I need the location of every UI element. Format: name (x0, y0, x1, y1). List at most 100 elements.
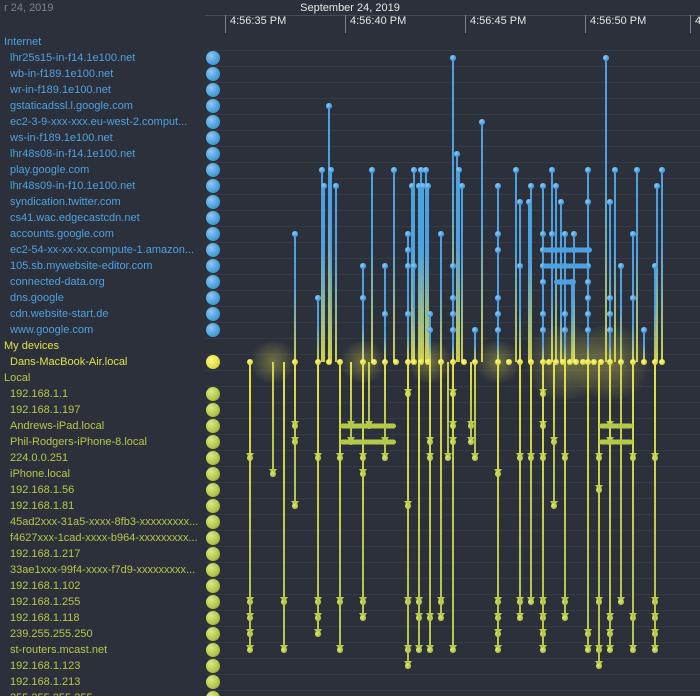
host-node-icon[interactable] (206, 403, 220, 417)
event-dot[interactable] (411, 167, 417, 173)
host-label[interactable]: www.google.com (0, 322, 205, 338)
event-dot[interactable] (585, 279, 591, 285)
host-node-icon[interactable] (206, 515, 220, 529)
event-dot[interactable] (382, 455, 388, 461)
host-node-icon[interactable] (206, 275, 220, 289)
connection-segment[interactable] (340, 424, 396, 429)
event-dot[interactable] (562, 455, 568, 461)
event-dot[interactable] (333, 183, 339, 189)
event-dot[interactable] (551, 439, 557, 445)
host-node-icon[interactable] (206, 227, 220, 241)
host-label[interactable]: cs41.wac.edgecastcdn.net (0, 210, 205, 226)
event-dot[interactable] (468, 439, 474, 445)
event-dot[interactable] (495, 631, 501, 637)
event-dot[interactable] (479, 119, 485, 125)
event-dot[interactable] (585, 647, 591, 653)
event-dot[interactable] (517, 199, 523, 205)
event-dot[interactable] (517, 359, 523, 365)
host-node-icon[interactable] (206, 83, 220, 97)
event-dot[interactable] (247, 615, 253, 621)
host-label[interactable]: 33ae1xxx-99f4-xxxx-f7d9-xxxxxxxxx... (0, 562, 205, 578)
event-dot[interactable] (405, 663, 411, 669)
event-dot[interactable] (393, 359, 399, 365)
event-dot[interactable] (459, 183, 465, 189)
connection-segment[interactable] (565, 248, 592, 253)
host-node-icon[interactable] (206, 595, 220, 609)
event-dot[interactable] (416, 647, 422, 653)
event-dot[interactable] (551, 503, 557, 509)
event-dot[interactable] (292, 231, 298, 237)
event-dot[interactable] (337, 647, 343, 653)
event-dot[interactable] (540, 391, 546, 397)
host-node-icon[interactable] (206, 179, 220, 193)
event-dot[interactable] (573, 359, 579, 365)
host-label[interactable]: 192.168.1.81 (0, 498, 205, 514)
event-dot[interactable] (618, 263, 624, 269)
event-dot[interactable] (450, 327, 456, 333)
event-dot[interactable] (546, 359, 552, 365)
host-node-icon[interactable] (206, 499, 220, 513)
event-dot[interactable] (540, 183, 546, 189)
host-node-icon[interactable] (206, 131, 220, 145)
host-label[interactable]: 192.168.1.123 (0, 658, 205, 674)
event-dot[interactable] (315, 615, 321, 621)
host-node-icon[interactable] (206, 579, 220, 593)
event-dot[interactable] (596, 663, 602, 669)
event-dot[interactable] (562, 615, 568, 621)
host-label[interactable]: gstaticadssl.l.google.com (0, 98, 205, 114)
host-label[interactable]: 224.0.0.251 (0, 450, 205, 466)
event-dot[interactable] (427, 647, 433, 653)
event-dot[interactable] (598, 359, 604, 365)
event-dot[interactable] (540, 599, 546, 605)
event-dot[interactable] (528, 183, 534, 189)
event-dot[interactable] (315, 599, 321, 605)
event-dot[interactable] (438, 231, 444, 237)
event-dot[interactable] (652, 359, 658, 365)
event-dot[interactable] (405, 599, 411, 605)
event-dot[interactable] (405, 647, 411, 653)
connection-segment[interactable] (340, 440, 396, 445)
event-dot[interactable] (540, 631, 546, 637)
event-dot[interactable] (607, 295, 613, 301)
host-label[interactable]: cdn.website-start.de (0, 306, 205, 322)
event-dot[interactable] (450, 295, 456, 301)
event-dot[interactable] (540, 423, 546, 429)
event-dot[interactable] (495, 359, 501, 365)
event-dot[interactable] (427, 455, 433, 461)
event-dot[interactable] (585, 311, 591, 317)
event-dot[interactable] (360, 599, 366, 605)
host-label[interactable]: ec2-3-9-xxx-xxx.eu-west-2.comput... (0, 114, 205, 130)
host-node-icon[interactable] (206, 323, 220, 337)
host-label[interactable]: 255.255.255.255 (0, 690, 205, 696)
event-dot[interactable] (540, 311, 546, 317)
event-dot[interactable] (585, 359, 591, 365)
host-node-icon[interactable] (206, 611, 220, 625)
event-dot[interactable] (652, 599, 658, 605)
event-dot[interactable] (315, 631, 321, 637)
event-dot[interactable] (418, 359, 424, 365)
event-dot[interactable] (596, 487, 602, 493)
event-dot[interactable] (517, 599, 523, 605)
connection-segment[interactable] (599, 424, 633, 429)
event-dot[interactable] (641, 359, 647, 365)
event-dot[interactable] (450, 263, 456, 269)
event-dot[interactable] (630, 295, 636, 301)
host-node-icon[interactable] (206, 307, 220, 321)
event-dot[interactable] (540, 327, 546, 333)
event-dot[interactable] (405, 359, 411, 365)
host-label[interactable]: 192.168.1.255 (0, 594, 205, 610)
event-dot[interactable] (495, 295, 501, 301)
event-dot[interactable] (411, 263, 417, 269)
event-dot[interactable] (540, 647, 546, 653)
host-node-icon[interactable] (206, 355, 220, 369)
event-dot[interactable] (560, 359, 566, 365)
host-node-icon[interactable] (206, 531, 220, 545)
event-dot[interactable] (360, 359, 366, 365)
event-dot[interactable] (450, 647, 456, 653)
event-dot[interactable] (445, 455, 451, 461)
event-dot[interactable] (585, 167, 591, 173)
event-dot[interactable] (558, 199, 564, 205)
event-dot[interactable] (416, 615, 422, 621)
event-dot[interactable] (549, 167, 555, 173)
event-dot[interactable] (562, 231, 568, 237)
